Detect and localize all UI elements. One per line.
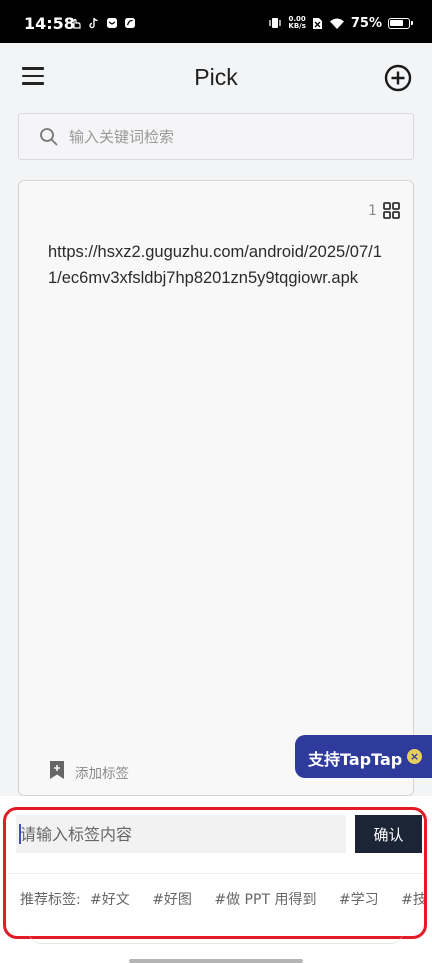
recommended-tag[interactable]: #技术 bbox=[401, 889, 424, 909]
status-right: 0.00 KB/s 75% bbox=[268, 13, 413, 33]
tag-input[interactable] bbox=[16, 815, 346, 853]
close-icon[interactable]: × bbox=[407, 749, 422, 764]
sheet-divider bbox=[8, 873, 424, 874]
network-speed: 0.00 KB/s bbox=[288, 16, 305, 30]
tiktok-icon bbox=[89, 17, 98, 29]
recommended-tags-list: #好文 #好图 #做 PPT 用得到 #学习 #技术 bbox=[90, 889, 424, 909]
card-count: 1 bbox=[368, 203, 377, 219]
mail-app-icon bbox=[107, 18, 117, 28]
bookmark-plus-icon[interactable] bbox=[48, 760, 66, 780]
search-box[interactable] bbox=[18, 113, 414, 160]
recommended-tag[interactable]: #好图 bbox=[152, 889, 192, 909]
card-url-text: https://hsxz2.guguzhu.com/android/2025/0… bbox=[48, 243, 382, 287]
confirm-button[interactable]: 确认 bbox=[355, 815, 422, 853]
sheet-bottom-edge bbox=[28, 930, 404, 944]
hand-icon bbox=[73, 18, 81, 29]
page-title: Pick bbox=[194, 64, 238, 90]
status-bar: 14:58 0.00 KB/s 75% bbox=[0, 0, 432, 43]
home-indicator[interactable] bbox=[129, 959, 303, 963]
recommended-tag[interactable]: #做 PPT 用得到 bbox=[214, 889, 316, 909]
add-tag-label[interactable]: 添加标签 bbox=[75, 762, 129, 782]
search-icon bbox=[40, 128, 58, 146]
recommended-tag[interactable]: #学习 bbox=[339, 889, 379, 909]
taptap-label: 支持TapTap bbox=[308, 750, 403, 769]
recommended-tag[interactable]: #好文 bbox=[90, 889, 130, 909]
status-time: 14:58 bbox=[24, 14, 75, 33]
battery-percent: 75% bbox=[350, 15, 382, 31]
network-speed-unit: KB/s bbox=[288, 22, 306, 30]
add-circle-icon[interactable] bbox=[384, 64, 412, 92]
search-input[interactable] bbox=[69, 114, 389, 159]
no-sim-icon bbox=[312, 17, 322, 29]
battery-icon bbox=[388, 17, 413, 29]
app-notification-icon bbox=[125, 18, 135, 28]
text-cursor bbox=[19, 824, 21, 844]
wifi-icon bbox=[329, 18, 344, 29]
grid-icon[interactable] bbox=[383, 202, 400, 219]
vibrate-icon bbox=[269, 18, 282, 28]
recommended-tags-label: 推荐标签: bbox=[20, 892, 81, 908]
taptap-support-button[interactable]: 支持TapTap × bbox=[295, 735, 432, 778]
